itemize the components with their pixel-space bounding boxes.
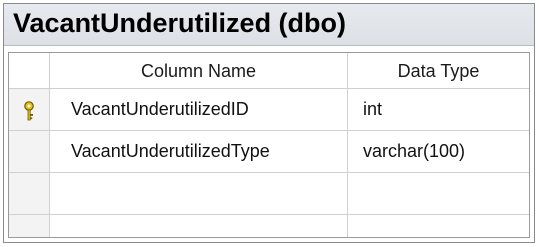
row-selector-header — [9, 53, 49, 89]
table-title: VacantUnderutilized (dbo) — [13, 8, 347, 38]
row-selector-blank — [9, 215, 49, 237]
column-name-header-label: Column Name — [140, 61, 257, 81]
data-type-cell[interactable]: varchar(100) — [363, 141, 465, 162]
table-designer-window[interactable]: VacantUnderutilized (dbo) Column Name Da… — [3, 3, 535, 243]
column-name-cell[interactable]: VacantUnderutilizedID — [71, 99, 249, 120]
row-selector[interactable] — [9, 173, 49, 214]
table-row[interactable]: VacantUnderutilizedID int — [9, 89, 529, 131]
row-selector[interactable] — [9, 131, 49, 172]
column-name-cell[interactable]: VacantUnderutilizedType — [71, 141, 270, 162]
table-row[interactable]: VacantUnderutilizedType varchar(100) — [9, 131, 529, 173]
primary-key-icon — [24, 101, 34, 121]
data-type-cell[interactable]: int — [363, 99, 382, 120]
table-row-empty[interactable] — [9, 173, 529, 215]
row-selector[interactable] — [9, 89, 49, 130]
data-type-header-label: Data Type — [397, 61, 480, 81]
table-title-bar[interactable]: VacantUnderutilized (dbo) — [4, 4, 534, 46]
columns-grid[interactable]: Column Name Data Type VacantUnderutilize… — [8, 52, 530, 238]
data-type-header[interactable]: Data Type — [348, 53, 529, 89]
column-name-header[interactable]: Column Name — [50, 53, 347, 89]
